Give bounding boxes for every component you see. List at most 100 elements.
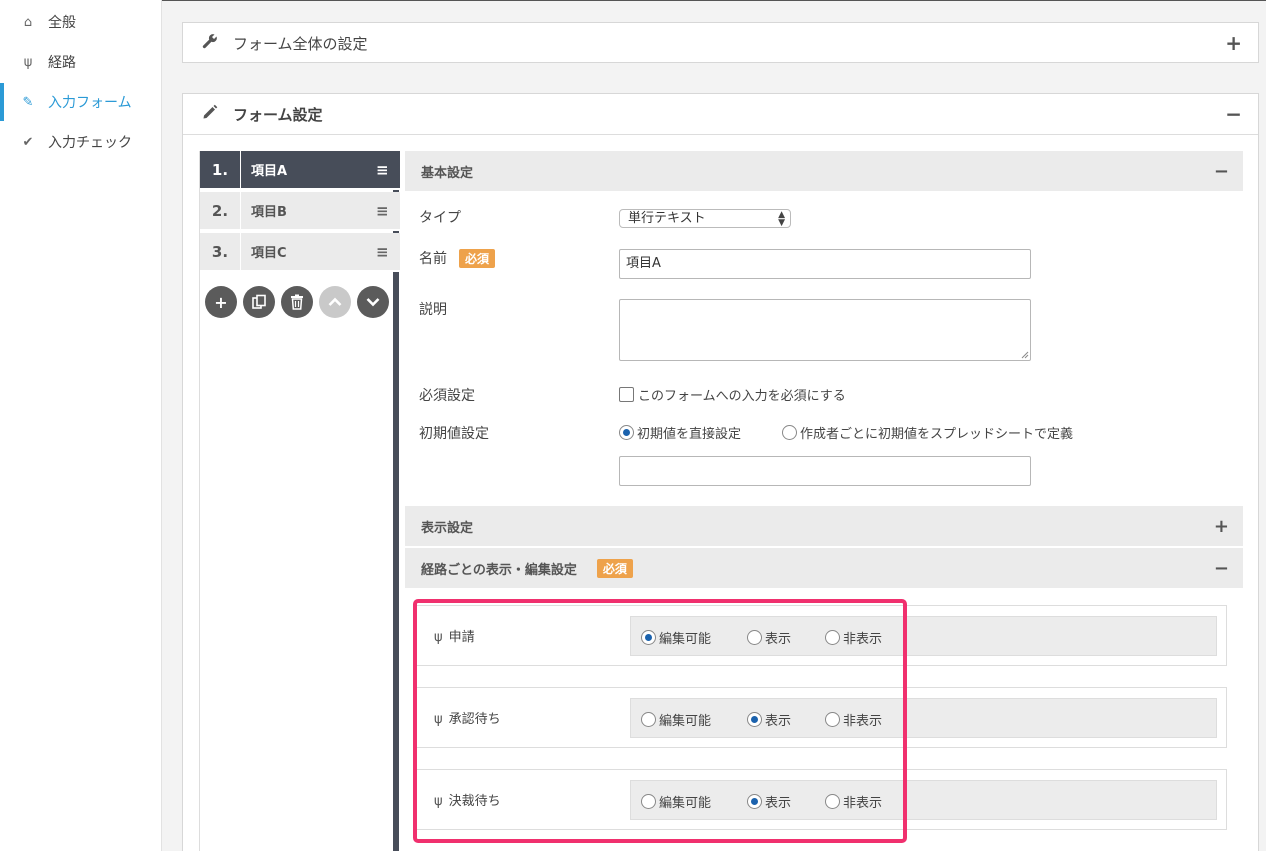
basic-settings-header[interactable]: 基本設定 − (405, 151, 1243, 191)
visible-radio[interactable]: 表示 (747, 710, 791, 729)
radio-label: 表示 (765, 796, 792, 811)
move-down-button[interactable] (357, 286, 389, 318)
radio-label: 非表示 (843, 632, 883, 647)
route-options: 編集可能 表示 非表示 (630, 780, 1217, 820)
item-name: 項目C (251, 246, 287, 261)
initial-spreadsheet-radio[interactable]: 作成者ごとに初期値をスプレッドシートで定義 (782, 423, 1073, 442)
hidden-radio[interactable]: 非表示 (825, 710, 882, 729)
radio-label: 非表示 (843, 714, 883, 729)
initial-direct-radio[interactable]: 初期値を直接設定 (619, 423, 741, 442)
sidebar-item-label: 経路 (48, 55, 76, 71)
add-icon: + (214, 292, 228, 312)
item-name: 項目B (251, 205, 287, 220)
name-input[interactable]: 項目A (619, 249, 1031, 279)
section-title: 表示設定 (421, 520, 474, 536)
section-title: 経路ごとの表示・編集設定 (421, 562, 577, 578)
radio-label: 初期値を直接設定 (637, 427, 742, 442)
radio-button[interactable] (825, 630, 840, 645)
radio-button[interactable] (641, 630, 656, 645)
radio-label: 作成者ごとに初期値をスプレッドシートで定義 (800, 427, 1074, 442)
name-label: 名前 必須 (419, 248, 496, 268)
route-options: 編集可能 表示 非表示 (630, 698, 1217, 738)
route-name: ψ 決裁待ち (434, 790, 501, 809)
drag-handle-icon[interactable]: ≡ (376, 202, 400, 220)
collapse-icon[interactable]: − (1225, 104, 1242, 124)
collapse-icon[interactable]: − (1214, 558, 1229, 579)
top-border (162, 0, 1266, 1)
home-icon: ⌂ (23, 14, 33, 30)
name-input-value: 項目A (626, 256, 661, 271)
description-textarea[interactable] (619, 299, 1031, 361)
type-select[interactable]: 単行テキスト ▲ ▼ (619, 209, 791, 228)
name-label-text: 名前 (419, 251, 447, 267)
list-item[interactable]: 2. 項目B ≡ (200, 192, 400, 231)
delete-item-button[interactable] (281, 286, 313, 318)
form-overall-settings-header[interactable]: フォーム全体の設定 + (183, 23, 1258, 63)
initial-value-input[interactable] (619, 456, 1031, 486)
required-checkbox[interactable]: このフォームへの入力を必須にする (619, 385, 846, 404)
radio-label: 非表示 (843, 796, 883, 811)
editable-radio[interactable]: 編集可能 (641, 710, 711, 729)
type-select-value: 単行テキスト (628, 211, 706, 226)
expand-icon[interactable]: + (1214, 516, 1229, 537)
move-up-button[interactable] (319, 286, 351, 318)
section-title: 基本設定 (421, 165, 474, 181)
required-badge: 必須 (596, 558, 633, 578)
drag-handle-icon[interactable]: ≡ (376, 161, 400, 179)
collapse-icon[interactable]: − (1214, 161, 1229, 182)
copy-item-button[interactable] (243, 286, 275, 318)
radio-button[interactable] (825, 712, 840, 727)
hidden-radio[interactable]: 非表示 (825, 792, 882, 811)
form-overall-settings-panel: フォーム全体の設定 + (182, 22, 1259, 63)
item-number: 1. (200, 151, 241, 188)
route-icon: ψ (434, 712, 443, 727)
checkbox[interactable] (619, 387, 634, 402)
radio-button[interactable] (641, 794, 656, 809)
radio-button[interactable] (825, 794, 840, 809)
radio-label: 編集可能 (659, 714, 712, 729)
chevron-down-icon (366, 298, 380, 307)
sidebar-item-input-check[interactable]: ✔ 入力チェック (0, 122, 161, 162)
radio-button[interactable] (747, 794, 762, 809)
radio-button[interactable] (747, 630, 762, 645)
route-options: 編集可能 表示 非表示 (630, 616, 1217, 656)
type-label: タイプ (419, 210, 461, 226)
wrench-icon (201, 33, 219, 53)
display-settings-header[interactable]: 表示設定 + (405, 506, 1243, 546)
list-item[interactable]: 1. 項目A ≡ (200, 151, 400, 190)
route-display-settings-header[interactable]: 経路ごとの表示・編集設定 必須 − (405, 548, 1243, 588)
resize-handle-icon[interactable] (1021, 351, 1029, 359)
form-settings-header[interactable]: フォーム設定 − (183, 94, 1258, 135)
route-row-awaiting-approval: ψ 承認待ち 編集可能 表示 非表示 (413, 687, 1227, 748)
route-row-application: ψ 申請 編集可能 表示 非表示 (413, 605, 1227, 666)
required-setting-label: 必須設定 (419, 388, 475, 404)
radio-button[interactable] (782, 425, 797, 440)
route-icon: ψ (434, 630, 443, 645)
radio-label: 表示 (765, 714, 792, 729)
radio-button[interactable] (619, 425, 634, 440)
add-item-button[interactable]: + (205, 286, 237, 318)
description-label: 説明 (419, 302, 447, 318)
route-icon: ψ (434, 794, 443, 809)
chevron-up-icon (328, 297, 342, 306)
visible-radio[interactable]: 表示 (747, 792, 791, 811)
radio-button[interactable] (747, 712, 762, 727)
drag-handle-icon[interactable]: ≡ (376, 243, 400, 261)
initial-value-label: 初期値設定 (419, 426, 489, 442)
sidebar-item-route[interactable]: ψ 経路 (0, 42, 161, 82)
editable-radio[interactable]: 編集可能 (641, 792, 711, 811)
required-checkbox-label: このフォームへの入力を必須にする (638, 389, 846, 404)
item-name: 項目A (251, 164, 288, 179)
radio-label: 編集可能 (659, 632, 712, 647)
visible-radio[interactable]: 表示 (747, 628, 791, 647)
sidebar-item-input-form[interactable]: ✎ 入力フォーム (0, 82, 161, 122)
sidebar-item-general[interactable]: ⌂ 全般 (0, 2, 161, 42)
hidden-radio[interactable]: 非表示 (825, 628, 882, 647)
list-item[interactable]: 3. 項目C ≡ (200, 233, 400, 272)
required-badge: 必須 (459, 249, 496, 268)
route-name-text: 承認待ち (448, 712, 501, 727)
expand-icon[interactable]: + (1225, 33, 1242, 53)
radio-button[interactable] (641, 712, 656, 727)
editable-radio[interactable]: 編集可能 (641, 628, 711, 647)
panel-title: フォーム設定 (233, 105, 323, 124)
